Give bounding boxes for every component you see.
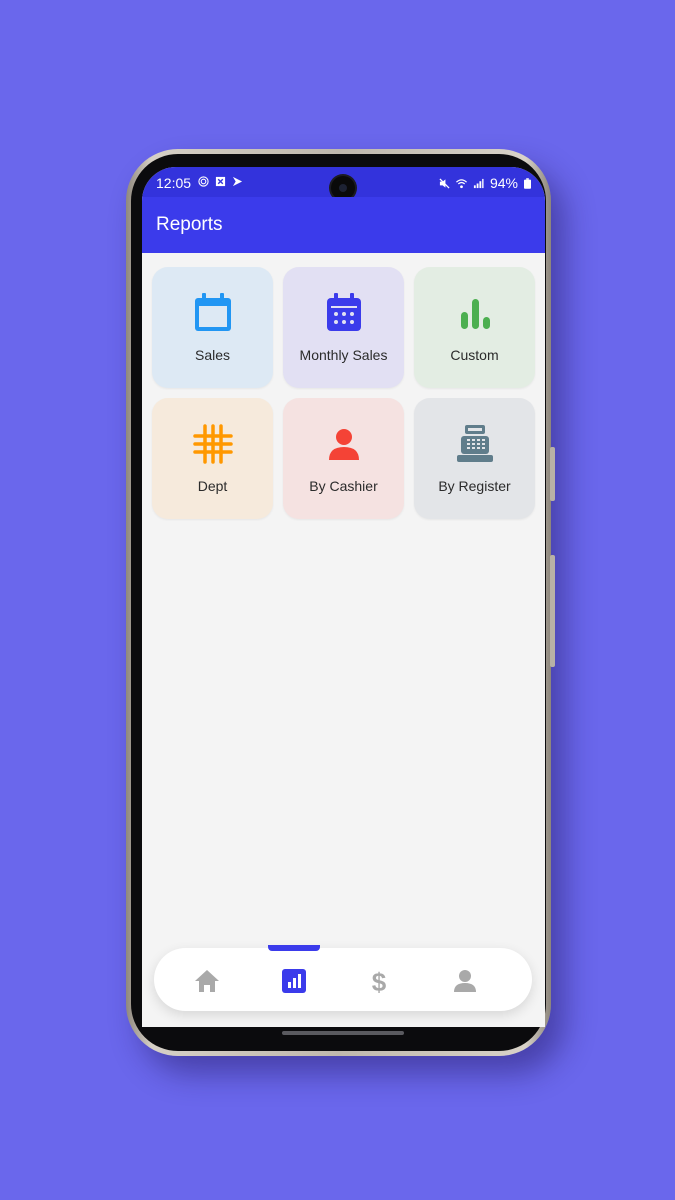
bottom-nav: $ — [154, 945, 532, 1011]
notification-app-icon — [232, 176, 243, 187]
volume-button — [550, 447, 555, 501]
report-tile-custom[interactable]: Custom — [414, 267, 535, 388]
bar-chart-icon — [460, 299, 490, 329]
battery-percent: 94% — [489, 175, 518, 191]
notification-x-icon — [215, 176, 226, 187]
tile-label: Dept — [197, 478, 228, 494]
status-left-icons — [198, 176, 243, 187]
home-indicator — [282, 1031, 404, 1035]
status-time: 12:05 — [156, 175, 192, 191]
report-tile-dept[interactable]: Dept — [152, 398, 273, 519]
profile-icon[interactable] — [450, 966, 480, 996]
status-right: 94% — [439, 175, 531, 191]
battery-icon — [524, 177, 531, 189]
tile-label: Monthly Sales — [299, 347, 388, 363]
calendar-icon — [194, 293, 231, 331]
home-icon[interactable] — [192, 966, 222, 996]
report-tile-sales[interactable]: Sales — [152, 267, 273, 388]
dollar-icon[interactable]: $ — [364, 966, 394, 996]
person-icon — [328, 429, 359, 460]
fingerprint-icon — [198, 176, 209, 187]
report-tile-by-cashier[interactable]: By Cashier — [283, 398, 404, 519]
report-tile-monthly-sales[interactable]: Monthly Sales — [283, 267, 404, 388]
power-button — [550, 555, 555, 667]
tile-label: Custom — [450, 347, 499, 363]
phone-bezel: 12:05 94% Reports Sales Monthly Sales Cu… — [131, 154, 546, 1051]
tile-label: Sales — [194, 347, 231, 363]
report-grid: Sales Monthly Sales Custom Dept By Cashi… — [152, 267, 535, 519]
grid-hash-icon — [192, 424, 233, 464]
tile-label: By Register — [438, 478, 511, 494]
calendar-grid-icon — [326, 293, 361, 331]
active-tab-indicator — [268, 945, 320, 951]
svg-text:$: $ — [372, 967, 387, 996]
signal-icon — [473, 178, 484, 188]
mute-icon — [439, 177, 450, 189]
report-tile-by-register[interactable]: By Register — [414, 398, 535, 519]
app-bar: Reports — [142, 197, 545, 253]
tile-label: By Cashier — [309, 478, 378, 494]
screen: 12:05 94% Reports Sales Monthly Sales Cu… — [142, 167, 545, 1027]
reports-icon[interactable] — [279, 966, 309, 996]
page-title: Reports — [156, 214, 223, 235]
wifi-icon — [456, 178, 467, 188]
cash-register-icon — [456, 425, 493, 462]
phone-frame: 12:05 94% Reports Sales Monthly Sales Cu… — [126, 149, 555, 1056]
